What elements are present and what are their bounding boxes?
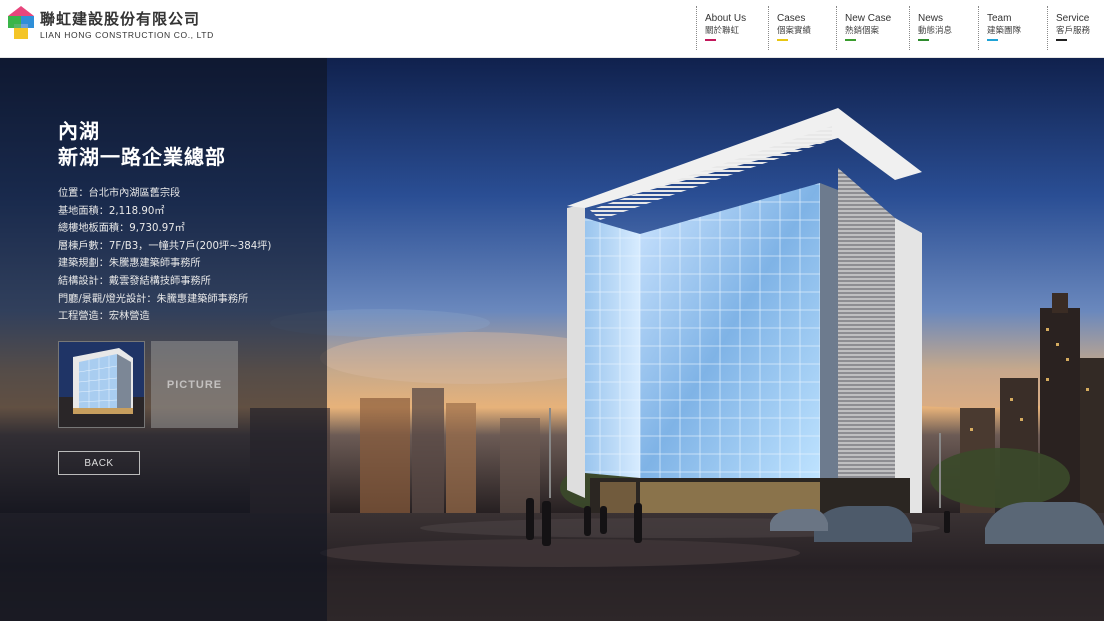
nav-label-en: New Case <box>845 13 892 24</box>
main-nav: About Us 關於聯虹 Cases 個案實績 New Case 熱銷個案 N… <box>696 6 1104 52</box>
spec-lobby-landscape-lighting: 門廳/景觀/燈光設計：朱騰惠建築師事務所 <box>58 293 249 305</box>
spec-floors-units: 層棟戶數：7F/B3，一幢共7戶(200坪~384坪) <box>58 240 272 252</box>
company-logo-icon[interactable] <box>8 6 34 40</box>
site-header: 聯虹建設股份有限公司 LIAN HONG CONSTRUCTION CO., L… <box>0 0 1104 58</box>
nav-color-bar <box>918 39 929 41</box>
picture-placeholder[interactable]: PICTURE <box>151 341 238 428</box>
nav-item-service[interactable]: Service 客戶服務 <box>1047 6 1104 50</box>
spec-architect: 建築規劃：朱騰惠建築師事務所 <box>58 258 201 270</box>
project-name: 新湖一路企業總部 <box>58 145 226 169</box>
nav-label-en: Team <box>987 13 1012 24</box>
spec-site-area: 基地面積：2,118.90㎡ <box>58 205 165 217</box>
project-specs-list: 位置：台北市內湖區舊宗段 基地面積：2,118.90㎡ 總樓地板面積：9,730… <box>58 185 271 326</box>
nav-color-bar <box>777 39 788 41</box>
project-thumbnail[interactable] <box>58 341 145 428</box>
nav-label-en: Cases <box>777 13 806 24</box>
brand-name-en: LIAN HONG CONSTRUCTION CO., LTD <box>40 30 214 40</box>
brand-name[interactable]: 聯虹建設股份有限公司 LIAN HONG CONSTRUCTION CO., L… <box>40 10 214 41</box>
project-info-panel: 內湖 新湖一路企業總部 位置：台北市內湖區舊宗段 基地面積：2,118.90㎡ … <box>0 58 327 621</box>
nav-color-bar <box>845 39 856 41</box>
nav-label-zh: 客戶服務 <box>1056 26 1091 36</box>
nav-color-bar <box>987 39 998 41</box>
nav-label-zh: 動態消息 <box>918 26 953 36</box>
nav-item-news[interactable]: News 動態消息 <box>909 6 978 50</box>
nav-label-zh: 關於聯虹 <box>705 26 740 36</box>
nav-label-en: Service <box>1056 13 1090 24</box>
nav-item-team[interactable]: Team 建築團隊 <box>978 6 1047 50</box>
spec-location: 位置：台北市內湖區舊宗段 <box>58 188 181 199</box>
nav-color-bar <box>1056 39 1067 41</box>
nav-label-en: News <box>918 13 944 24</box>
nav-item-cases[interactable]: Cases 個案實績 <box>768 6 836 50</box>
nav-label-zh: 熱銷個案 <box>845 26 880 36</box>
nav-item-about-us[interactable]: About Us 關於聯虹 <box>696 6 768 50</box>
spec-structural: 結構設計：戴雲發結構技師事務所 <box>58 275 211 287</box>
back-button[interactable]: BACK <box>58 451 140 475</box>
brand-name-zh: 聯虹建設股份有限公司 <box>40 10 201 28</box>
picture-placeholder-label: PICTURE <box>166 378 223 391</box>
back-button-label: BACK <box>84 457 114 469</box>
project-district: 內湖 <box>58 119 100 143</box>
nav-label-zh: 建築團隊 <box>987 26 1022 36</box>
project-title: 內湖 新湖一路企業總部 <box>58 118 226 170</box>
spec-contractor: 工程營造：宏林營造 <box>58 311 150 323</box>
nav-label-en: About Us <box>705 13 747 24</box>
nav-item-new-case[interactable]: New Case 熱銷個案 <box>836 6 909 50</box>
spec-floor-area: 總樓地板面積：9,730.97㎡ <box>58 223 185 235</box>
nav-label-zh: 個案實績 <box>777 26 812 36</box>
nav-color-bar <box>705 39 716 41</box>
